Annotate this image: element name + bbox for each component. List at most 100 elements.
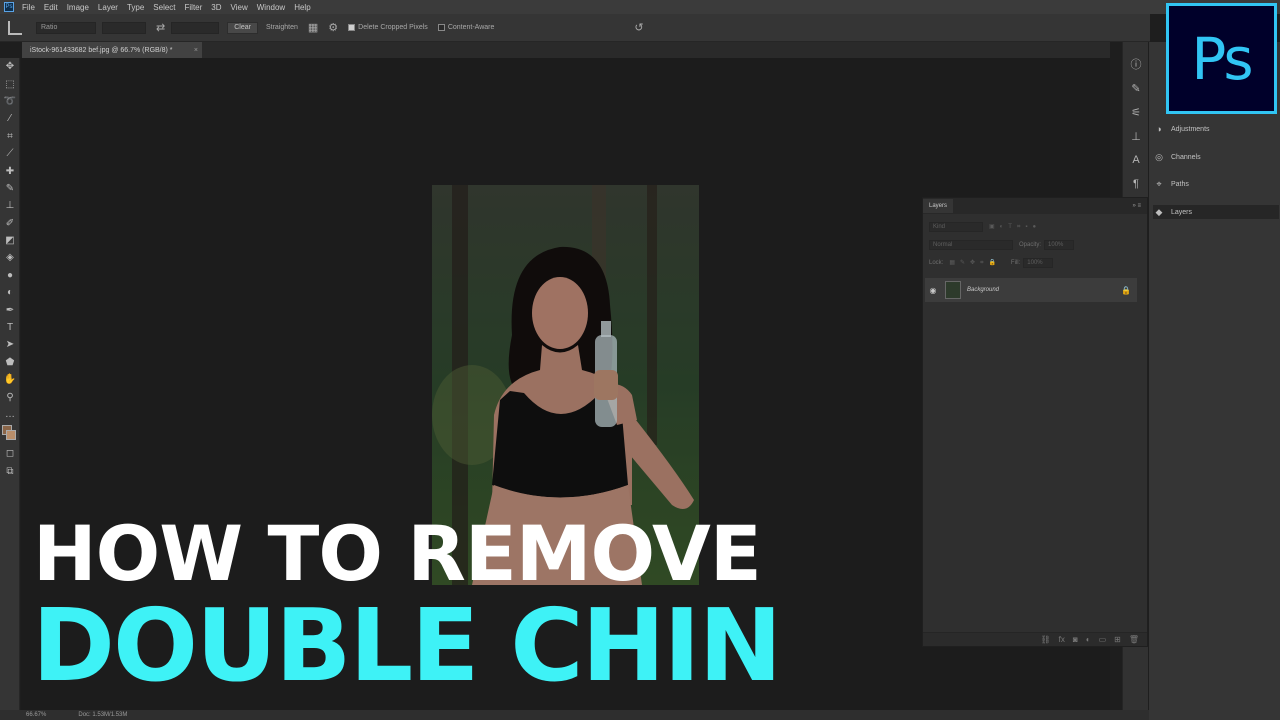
dodge-tool-icon[interactable]: ◐: [0, 284, 20, 301]
lock-label: Lock:: [929, 260, 944, 266]
opacity-label: Opacity:: [1019, 242, 1042, 248]
fill-field[interactable]: 100%: [1023, 258, 1054, 268]
reset-icon[interactable]: ↺: [634, 21, 643, 34]
eraser-tool-icon[interactable]: ◩: [0, 232, 20, 249]
marquee-tool-icon[interactable]: ⬚: [0, 75, 20, 92]
width-field[interactable]: [102, 21, 146, 34]
filter-icons[interactable]: ▣◐T⌗▪●: [989, 223, 1041, 231]
swap-icon[interactable]: ⇄: [156, 21, 165, 34]
gear-icon[interactable]: ⚙: [328, 21, 338, 34]
menu-type[interactable]: Type: [127, 3, 144, 12]
crop-tool-icon[interactable]: ⌗: [0, 128, 20, 145]
blur-tool-icon[interactable]: ●: [0, 267, 20, 284]
blend-mode-select[interactable]: Normal: [929, 240, 1013, 250]
menu-edit[interactable]: Edit: [44, 3, 58, 12]
sliders-icon[interactable]: ⚟: [1123, 100, 1149, 124]
crop-icon[interactable]: [8, 20, 22, 35]
magic-wand-tool-icon[interactable]: ⁄: [0, 110, 20, 127]
ratio-select[interactable]: Ratio: [36, 21, 96, 34]
menu-help[interactable]: Help: [294, 3, 310, 12]
link-icon[interactable]: ⛓: [1041, 635, 1051, 644]
healing-tool-icon[interactable]: ✚: [0, 162, 20, 179]
height-field[interactable]: [171, 21, 220, 34]
document-tab-bar: iStock-961433682 bef.jpg @ 66.7% (RGB/8)…: [22, 42, 1110, 58]
background-color-swatch[interactable]: [6, 430, 16, 441]
mask-icon[interactable]: ◙: [1073, 635, 1078, 644]
brush-tool-icon[interactable]: ✎: [0, 180, 20, 197]
menu-image[interactable]: Image: [67, 3, 89, 12]
kind-filter[interactable]: Kind: [929, 222, 983, 232]
paint-bucket-tool-icon[interactable]: ◈: [0, 249, 20, 266]
move-tool-icon[interactable]: ✥: [0, 58, 20, 75]
more-tools-icon[interactable]: …: [0, 406, 20, 423]
fx-icon[interactable]: fx: [1059, 635, 1065, 644]
panel-adjustments[interactable]: ◑ Adjustments: [1153, 122, 1279, 136]
clone-source-icon[interactable]: ⊥: [1123, 124, 1149, 148]
eyedropper-tool-icon[interactable]: ⟋: [0, 145, 20, 162]
new-layer-icon[interactable]: ⊞: [1114, 635, 1121, 644]
quick-mask-icon[interactable]: ◻: [0, 445, 20, 462]
menu-window[interactable]: Window: [257, 3, 285, 12]
panel-layers[interactable]: ◆ Layers: [1153, 205, 1279, 219]
character-icon[interactable]: A: [1123, 148, 1149, 172]
screen-mode-icon[interactable]: ⧉: [0, 463, 20, 480]
headline-line-2: DOUBLE CHIN: [32, 587, 782, 704]
menu-layer[interactable]: Layer: [98, 3, 118, 12]
history-brush-tool-icon[interactable]: ✐: [0, 215, 20, 232]
color-swatches[interactable]: [0, 423, 20, 445]
layers-tab[interactable]: Layers: [923, 199, 954, 213]
blend-row: Normal Opacity: 100%: [923, 236, 1147, 254]
grid-icon[interactable]: ▦: [308, 21, 318, 34]
content-aware-label: Content-Aware: [447, 24, 495, 31]
panel-paths[interactable]: ⌖ Paths: [1153, 177, 1279, 191]
layers-panel-header: Layers » ≡: [923, 198, 1147, 214]
content-aware-checkbox[interactable]: [437, 24, 445, 31]
options-bar: Ratio ⇄ Clear Straighten ▦ ⚙ Delete Crop…: [0, 14, 1150, 42]
menu-view[interactable]: View: [231, 3, 248, 12]
path-select-tool-icon[interactable]: ➤: [0, 336, 20, 353]
close-icon[interactable]: ×: [194, 47, 198, 54]
opacity-field[interactable]: 100%: [1044, 240, 1075, 250]
layers-icon: ◆: [1155, 206, 1163, 217]
document-title: iStock-961433682 bef.jpg @ 66.7% (RGB/8)…: [30, 46, 173, 54]
menu-select[interactable]: Select: [153, 3, 175, 12]
panel-label: Channels: [1171, 153, 1201, 161]
panel-label: Layers: [1171, 208, 1193, 216]
zoom-tool-icon[interactable]: ⚲: [0, 388, 20, 405]
shape-tool-icon[interactable]: ⬟: [0, 354, 20, 371]
menu-file[interactable]: File: [22, 3, 35, 12]
folder-icon[interactable]: ▭: [1099, 635, 1107, 644]
menu-bar: Ps File Edit Image Layer Type Select Fil…: [0, 0, 1280, 14]
straighten-button[interactable]: Straighten: [266, 24, 298, 31]
layer-name[interactable]: Background: [967, 287, 999, 293]
ps-app-icon[interactable]: Ps: [4, 2, 14, 12]
layer-filter-row: Kind ▣◐T⌗▪●: [923, 218, 1147, 236]
menu-3d[interactable]: 3D: [211, 3, 221, 12]
layer-row-background[interactable]: ◉ Background 🔒: [925, 278, 1137, 302]
lock-icon[interactable]: 🔒: [1121, 286, 1131, 295]
hand-tool-icon[interactable]: ✋: [0, 371, 20, 388]
zoom-level[interactable]: 66.67%: [26, 712, 46, 718]
channels-icon: ◎: [1155, 151, 1163, 162]
panel-menu-icon[interactable]: » ≡: [1132, 203, 1141, 209]
paragraph-icon[interactable]: ¶: [1123, 172, 1149, 196]
doc-size: Doc: 1.53M/1.53M: [78, 712, 128, 718]
lock-icons[interactable]: ▦✎✥⌗🔒: [949, 259, 1001, 267]
document-tab[interactable]: iStock-961433682 bef.jpg @ 66.7% (RGB/8)…: [22, 42, 202, 58]
brush-settings-icon[interactable]: ✎: [1123, 76, 1149, 100]
trash-icon[interactable]: 🗑: [1129, 635, 1139, 644]
menu-filter[interactable]: Filter: [185, 3, 203, 12]
lasso-tool-icon[interactable]: ➰: [0, 93, 20, 110]
eye-icon[interactable]: ◉: [925, 286, 941, 295]
adjustment-layer-icon[interactable]: ◐: [1086, 635, 1091, 644]
type-tool-icon[interactable]: T: [0, 319, 20, 336]
pen-tool-icon[interactable]: ✒: [0, 301, 20, 318]
info-icon[interactable]: ⓘ: [1123, 52, 1149, 76]
panel-label: Adjustments: [1171, 125, 1210, 133]
clear-button[interactable]: Clear: [227, 21, 258, 34]
delete-cropped-checkbox[interactable]: [348, 24, 356, 31]
clone-stamp-tool-icon[interactable]: ⊥: [0, 197, 20, 214]
layer-thumbnail: [945, 281, 961, 299]
fill-label: Fill:: [1010, 260, 1021, 266]
panel-channels[interactable]: ◎ Channels: [1153, 150, 1279, 164]
